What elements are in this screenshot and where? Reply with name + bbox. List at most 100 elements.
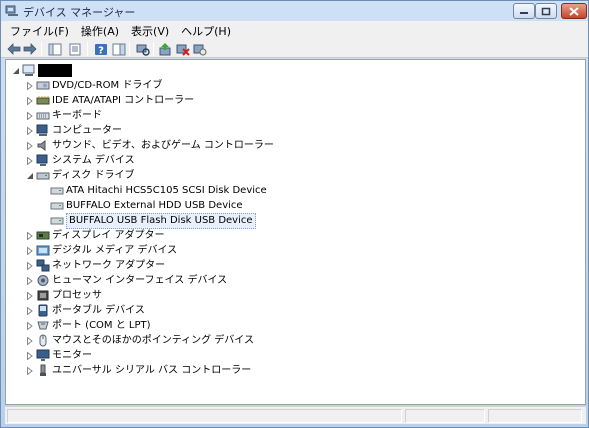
processor-icon	[37, 290, 49, 301]
disable-device-button[interactable]	[175, 41, 191, 57]
back-arrow-icon	[7, 43, 21, 55]
tree-category-label[interactable]: ポート (COM と LPT)	[52, 319, 151, 333]
tree-device-label[interactable]: ATA Hitachi HCS5C105 SCSI Disk Device	[66, 184, 267, 198]
expand-arrow-icon[interactable]	[26, 231, 34, 241]
svg-text:?: ?	[98, 45, 104, 56]
expand-arrow-icon[interactable]	[26, 111, 34, 121]
disk-icon	[50, 217, 64, 225]
maximize-button[interactable]	[535, 3, 557, 19]
ide-controller-icon	[36, 96, 50, 105]
title-bar[interactable]: デバイス マネージャー	[1, 1, 588, 21]
portable-device-icon	[38, 304, 48, 317]
display-adapter-icon	[36, 231, 50, 240]
toolbar-separator	[41, 42, 42, 56]
properties-button[interactable]	[67, 41, 83, 57]
toolbar-separator	[153, 42, 154, 56]
menu-file[interactable]: ファイル(F)	[1, 21, 75, 40]
hid-icon	[37, 275, 49, 286]
expand-arrow-icon[interactable]	[26, 306, 34, 316]
expand-arrow-icon[interactable]	[26, 321, 34, 331]
disable-device-icon	[176, 44, 190, 56]
help-icon: ?	[95, 43, 107, 56]
expand-arrow-icon[interactable]	[26, 96, 34, 106]
device-manager-window: デバイス マネージャー ファイル(F) 操作(A) 表示(V) ヘルプ(H) ?…	[0, 0, 589, 428]
back-button[interactable]	[6, 41, 22, 57]
tree-category-label[interactable]: ネットワーク アダプター	[52, 259, 165, 273]
tree-category-label[interactable]: ポータブル デバイス	[52, 304, 145, 318]
properties-icon	[69, 43, 81, 55]
network-adapter-icon	[36, 259, 50, 272]
tree-category-label[interactable]: IDE ATA/ATAPI コントローラー	[52, 94, 194, 108]
root-computer-name-redacted	[38, 64, 72, 77]
root-collapse-icon[interactable]	[12, 66, 20, 76]
uninstall-device-icon	[193, 44, 207, 55]
tree-category-label[interactable]: キーボード	[52, 109, 102, 123]
tree-category-label[interactable]: ヒューマン インターフェイス デバイス	[52, 274, 227, 288]
toolbar-separator	[129, 42, 130, 56]
expand-arrow-icon[interactable]	[26, 141, 34, 151]
tree-category-label[interactable]: サウンド、ビデオ、およびゲーム コントローラー	[52, 139, 274, 153]
tree-category-label[interactable]: ユニバーサル シリアル バス コントローラー	[52, 364, 251, 378]
action-pane-button[interactable]	[111, 41, 127, 57]
help-button[interactable]: ?	[93, 41, 109, 57]
sound-icon	[37, 140, 46, 151]
minimize-icon	[520, 12, 528, 14]
close-button[interactable]	[561, 3, 587, 19]
tree-category-label[interactable]: ディスプレイ アダプター	[52, 229, 164, 243]
status-pane-3	[488, 409, 582, 423]
status-pane-main	[7, 409, 402, 423]
digital-media-icon	[36, 245, 50, 256]
tree-category-label[interactable]: システム デバイス	[52, 154, 135, 168]
expand-arrow-icon[interactable]	[26, 81, 34, 91]
usb-controller-icon	[40, 364, 46, 376]
tree-category-label[interactable]: プロセッサ	[52, 289, 102, 303]
scan-hardware-button[interactable]	[135, 41, 151, 57]
expand-arrow-icon[interactable]	[26, 351, 34, 361]
system-device-icon	[36, 154, 48, 166]
monitor-icon	[36, 349, 50, 361]
menu-help[interactable]: ヘルプ(H)	[175, 21, 237, 40]
forward-arrow-icon	[23, 43, 37, 55]
mouse-icon	[39, 334, 47, 347]
scan-hardware-icon	[136, 44, 150, 56]
tree-device-label[interactable]: BUFFALO USB Flash Disk USB Device	[66, 213, 256, 229]
expand-arrow-icon[interactable]	[26, 246, 34, 256]
collapse-arrow-icon[interactable]	[26, 171, 34, 181]
maximize-icon	[541, 7, 551, 15]
device-tree-pane[interactable]: DVD/CD-ROM ドライブ IDE ATA/ATAPI コントローラー キーボー…	[5, 59, 586, 405]
close-icon	[569, 6, 579, 16]
menu-view[interactable]: 表示(V)	[125, 21, 175, 40]
tree-device-label[interactable]: BUFFALO External HDD USB Device	[66, 199, 243, 213]
forward-button[interactable]	[22, 41, 38, 57]
menu-action[interactable]: 操作(A)	[75, 21, 125, 40]
status-bar	[5, 406, 586, 424]
expand-arrow-icon[interactable]	[26, 276, 34, 286]
expand-arrow-icon[interactable]	[26, 261, 34, 271]
expand-arrow-icon[interactable]	[26, 126, 34, 136]
tree-category-label[interactable]: モニター	[52, 349, 92, 363]
show-hide-tree-button[interactable]	[47, 41, 63, 57]
disk-drive-icon	[36, 172, 50, 180]
keyboard-icon	[36, 112, 50, 120]
tree-category-label[interactable]: コンピューター	[52, 124, 122, 138]
disk-icon	[50, 187, 64, 195]
tree-category-label[interactable]: DVD/CD-ROM ドライブ	[52, 79, 162, 93]
expand-arrow-icon[interactable]	[26, 366, 34, 376]
action-pane-icon	[112, 43, 126, 55]
tree-category-label[interactable]: ディスク ドライブ	[52, 169, 134, 183]
toolbar-separator	[87, 42, 88, 56]
expand-arrow-icon[interactable]	[26, 291, 34, 301]
toolbar: ?	[1, 40, 588, 58]
minimize-button[interactable]	[513, 3, 535, 19]
dvd-drive-icon	[36, 81, 50, 90]
uninstall-device-button[interactable]	[192, 41, 208, 57]
tree-category-label[interactable]: マウスとそのほかのポインティング デバイス	[52, 334, 254, 348]
tree-category-label[interactable]: デジタル メディア デバイス	[52, 244, 177, 258]
update-driver-button[interactable]	[157, 41, 173, 57]
expand-arrow-icon[interactable]	[26, 156, 34, 166]
expand-arrow-icon[interactable]	[26, 336, 34, 346]
window-title: デバイス マネージャー	[23, 6, 136, 19]
port-icon	[37, 321, 49, 330]
disk-icon	[50, 202, 64, 210]
show-hide-console-tree-icon	[48, 43, 62, 55]
